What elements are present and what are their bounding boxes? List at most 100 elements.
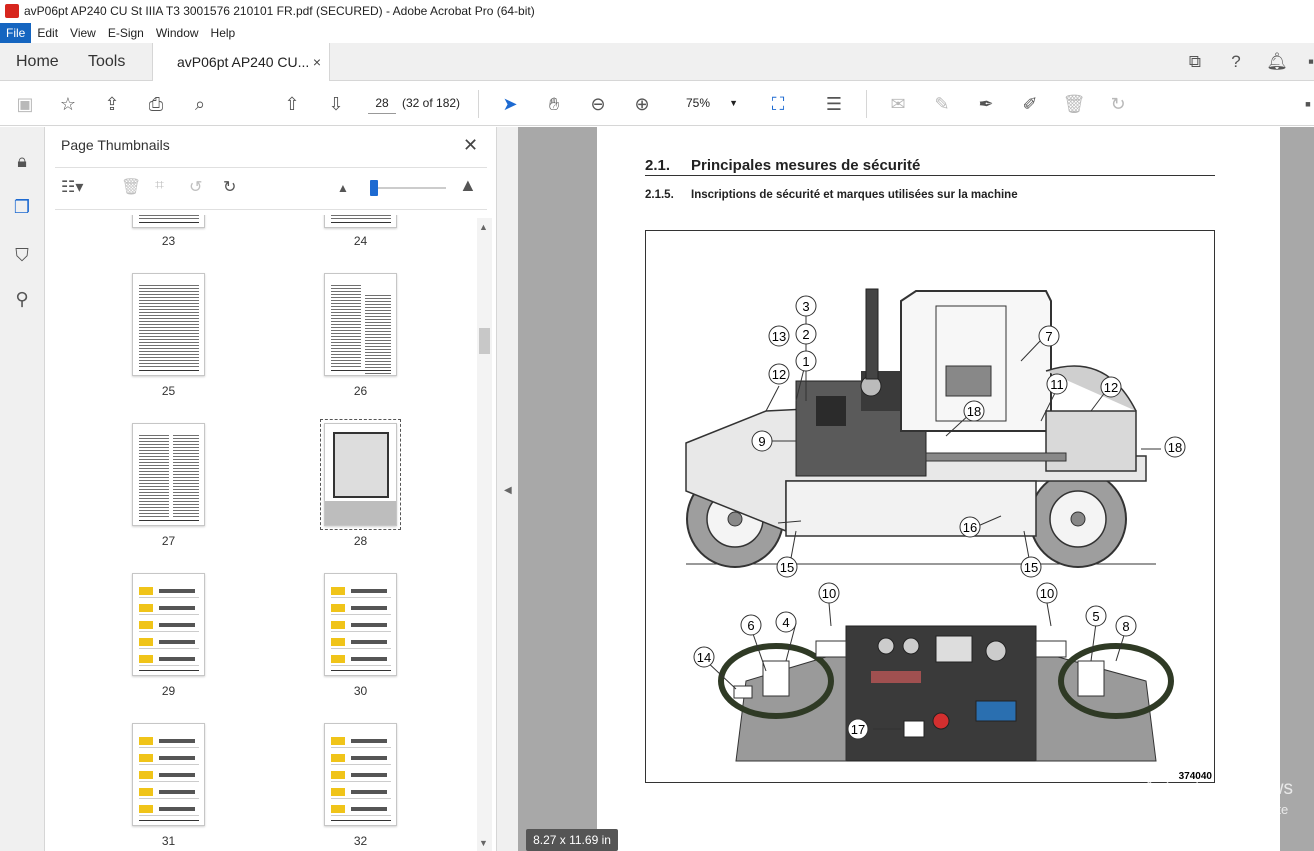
thumbnail-label: 25 <box>161 384 176 398</box>
draw-icon[interactable]: ✒︎ <box>974 92 998 116</box>
callout-9: 9 <box>751 430 773 452</box>
thumbnail-label: 23 <box>161 234 176 248</box>
menu-file[interactable]: File <box>0 23 32 43</box>
scrollbar-thumb[interactable] <box>479 328 490 354</box>
page-thumbnails-icon[interactable]: ❐ <box>10 195 34 219</box>
highlight-icon[interactable]: ✎ <box>930 92 954 116</box>
page-thumbnail[interactable] <box>132 215 205 228</box>
thumbnail-label: 28 <box>353 534 368 548</box>
thumbnail-grid: 23 24 25 26 27 28 29 30 31 32 <box>55 215 479 851</box>
machine-figure: 3 2 1 13 12 9 7 11 12 18 18 16 15 15 10 … <box>645 230 1215 783</box>
scroll-down-icon[interactable]: ▼ <box>479 838 488 848</box>
tab-home[interactable]: Home <box>16 43 59 81</box>
page-thumbnail[interactable] <box>132 423 205 526</box>
scroll-mode-icon[interactable]: ☰ <box>822 92 846 116</box>
callout-12b: 12 <box>1100 376 1122 398</box>
zoom-select[interactable]: 75% ▼ <box>676 92 744 114</box>
thumbnail-size-slider-track[interactable] <box>370 187 446 189</box>
page-thumbnail-selected[interactable] <box>320 419 401 530</box>
page-thumbnail[interactable] <box>324 723 397 826</box>
callout-5: 5 <box>1085 605 1107 627</box>
zoom-search-icon[interactable]: ⌕ <box>188 92 212 116</box>
bookmark-star-icon[interactable]: ☆ <box>56 92 80 116</box>
page-thumbnail[interactable] <box>324 573 397 676</box>
heading-rule <box>645 175 1215 176</box>
scroll-up-icon[interactable]: ▲ <box>479 222 488 232</box>
collapse-arrow-icon: ◀ <box>504 485 512 496</box>
comment-icon[interactable]: ✉︎ <box>886 92 910 116</box>
save-icon[interactable]: ▣ <box>13 92 37 116</box>
print-icon[interactable]: ⎙ <box>144 92 168 116</box>
select-cursor-icon[interactable]: ➤ <box>498 92 522 116</box>
menu-bar: File Edit View E-Sign Window Help <box>0 23 1314 43</box>
large-thumbnails-icon[interactable]: ▲ <box>459 175 477 196</box>
callout-4: 4 <box>775 611 797 633</box>
callout-15b: 15 <box>1020 556 1042 578</box>
tab-close-button[interactable]: × <box>313 43 321 81</box>
panel-close-button[interactable]: ✕ <box>463 135 478 156</box>
overflow-icon[interactable]: ▪ <box>1296 92 1314 116</box>
roller-illustration: 3 2 1 13 12 9 7 11 12 18 18 16 15 15 10 … <box>685 288 1212 782</box>
callout-16: 16 <box>959 516 981 538</box>
thumbnail-label: 29 <box>161 684 176 698</box>
help-icon[interactable]: ? <box>1225 51 1247 73</box>
svg-text:18: 18 <box>1168 440 1182 455</box>
document-page: 2.1. Principales mesures de sécurité 2.1… <box>597 127 1280 851</box>
svg-text:8: 8 <box>1122 619 1129 634</box>
panel-collapse-handle[interactable]: ◀ <box>496 127 518 851</box>
menu-view[interactable]: View <box>64 23 102 43</box>
attachment-icon[interactable]: ⚲ <box>10 287 34 311</box>
lock-icon[interactable]: 🔒︎ <box>10 149 34 173</box>
share-screen-icon[interactable]: ⧉ <box>1184 51 1206 73</box>
svg-text:1: 1 <box>802 354 809 369</box>
zoom-out-icon[interactable]: ⊖ <box>586 92 610 116</box>
crop-icon[interactable]: ⌗ <box>155 177 164 195</box>
rotate-right-icon[interactable]: ↻ <box>223 177 236 197</box>
tab-bar: Home Tools avP06pt AP240 CU... × ⧉ ? 🔔︎ … <box>0 43 1314 82</box>
thumbnail-label: 27 <box>161 534 176 548</box>
delete-icon[interactable]: 🗑︎ <box>1062 92 1086 116</box>
document-scrollbar[interactable] <box>1280 127 1314 851</box>
subsection-number: 2.1.5. <box>645 189 674 201</box>
menu-edit[interactable]: Edit <box>31 23 64 43</box>
menu-window[interactable]: Window <box>150 23 205 43</box>
panel-title: Page Thumbnails <box>61 137 170 153</box>
menu-help[interactable]: Help <box>205 23 242 43</box>
zoom-in-icon[interactable]: ⊕ <box>630 92 654 116</box>
menu-esign[interactable]: E-Sign <box>102 23 150 43</box>
page-thumbnail[interactable] <box>132 273 205 376</box>
redo-icon[interactable]: ↻ <box>1106 92 1130 116</box>
page-count: (32 of 182) <box>402 96 461 110</box>
svg-text:16: 16 <box>963 520 977 535</box>
thumbnail-scrollbar[interactable]: ▲ ▼ <box>477 218 492 851</box>
callout-12: 12 <box>768 363 790 385</box>
small-thumbnails-icon[interactable]: ▲ <box>337 181 349 195</box>
page-thumbnail[interactable] <box>324 273 397 376</box>
document-viewport[interactable]: 2.1. Principales mesures de sécurité 2.1… <box>518 127 1314 851</box>
tab-tools[interactable]: Tools <box>88 43 125 81</box>
options-menu-icon[interactable]: ☷▾ <box>61 177 83 197</box>
divider <box>55 167 487 168</box>
page-thumbnail[interactable] <box>324 215 397 228</box>
page-thumbnail[interactable] <box>132 723 205 826</box>
thumbnail-size-slider-handle[interactable] <box>370 180 378 196</box>
page-number-input[interactable]: 28 <box>368 92 396 114</box>
callout-17: 17 <box>847 718 869 740</box>
delete-page-icon[interactable]: 🗑︎ <box>121 177 141 197</box>
more-icon[interactable]: ▪ <box>1300 51 1314 73</box>
page-thumbnail[interactable] <box>132 573 205 676</box>
fit-page-icon[interactable]: ⛶ <box>766 92 790 116</box>
rotate-left-icon[interactable]: ↺ <box>189 177 202 197</box>
window-title: avP06pt AP240 CU St IIIA T3 3001576 2101… <box>24 4 535 18</box>
edit-text-icon[interactable]: ✐ <box>1018 92 1042 116</box>
bell-icon[interactable]: 🔔︎ <box>1266 51 1288 73</box>
thumbnail-label: 32 <box>353 834 368 848</box>
tab-document[interactable]: avP06pt AP240 CU... × <box>152 43 330 82</box>
bookmarks-icon[interactable]: ⛉ <box>10 243 34 267</box>
hand-tool-icon[interactable]: ✋︎ <box>542 92 566 116</box>
upload-icon[interactable]: ⇪ <box>100 92 124 116</box>
svg-text:11: 11 <box>1050 377 1064 392</box>
next-page-icon[interactable]: ⇩ <box>324 92 348 116</box>
callout-10b: 10 <box>1036 582 1058 604</box>
previous-page-icon[interactable]: ⇧ <box>280 92 304 116</box>
